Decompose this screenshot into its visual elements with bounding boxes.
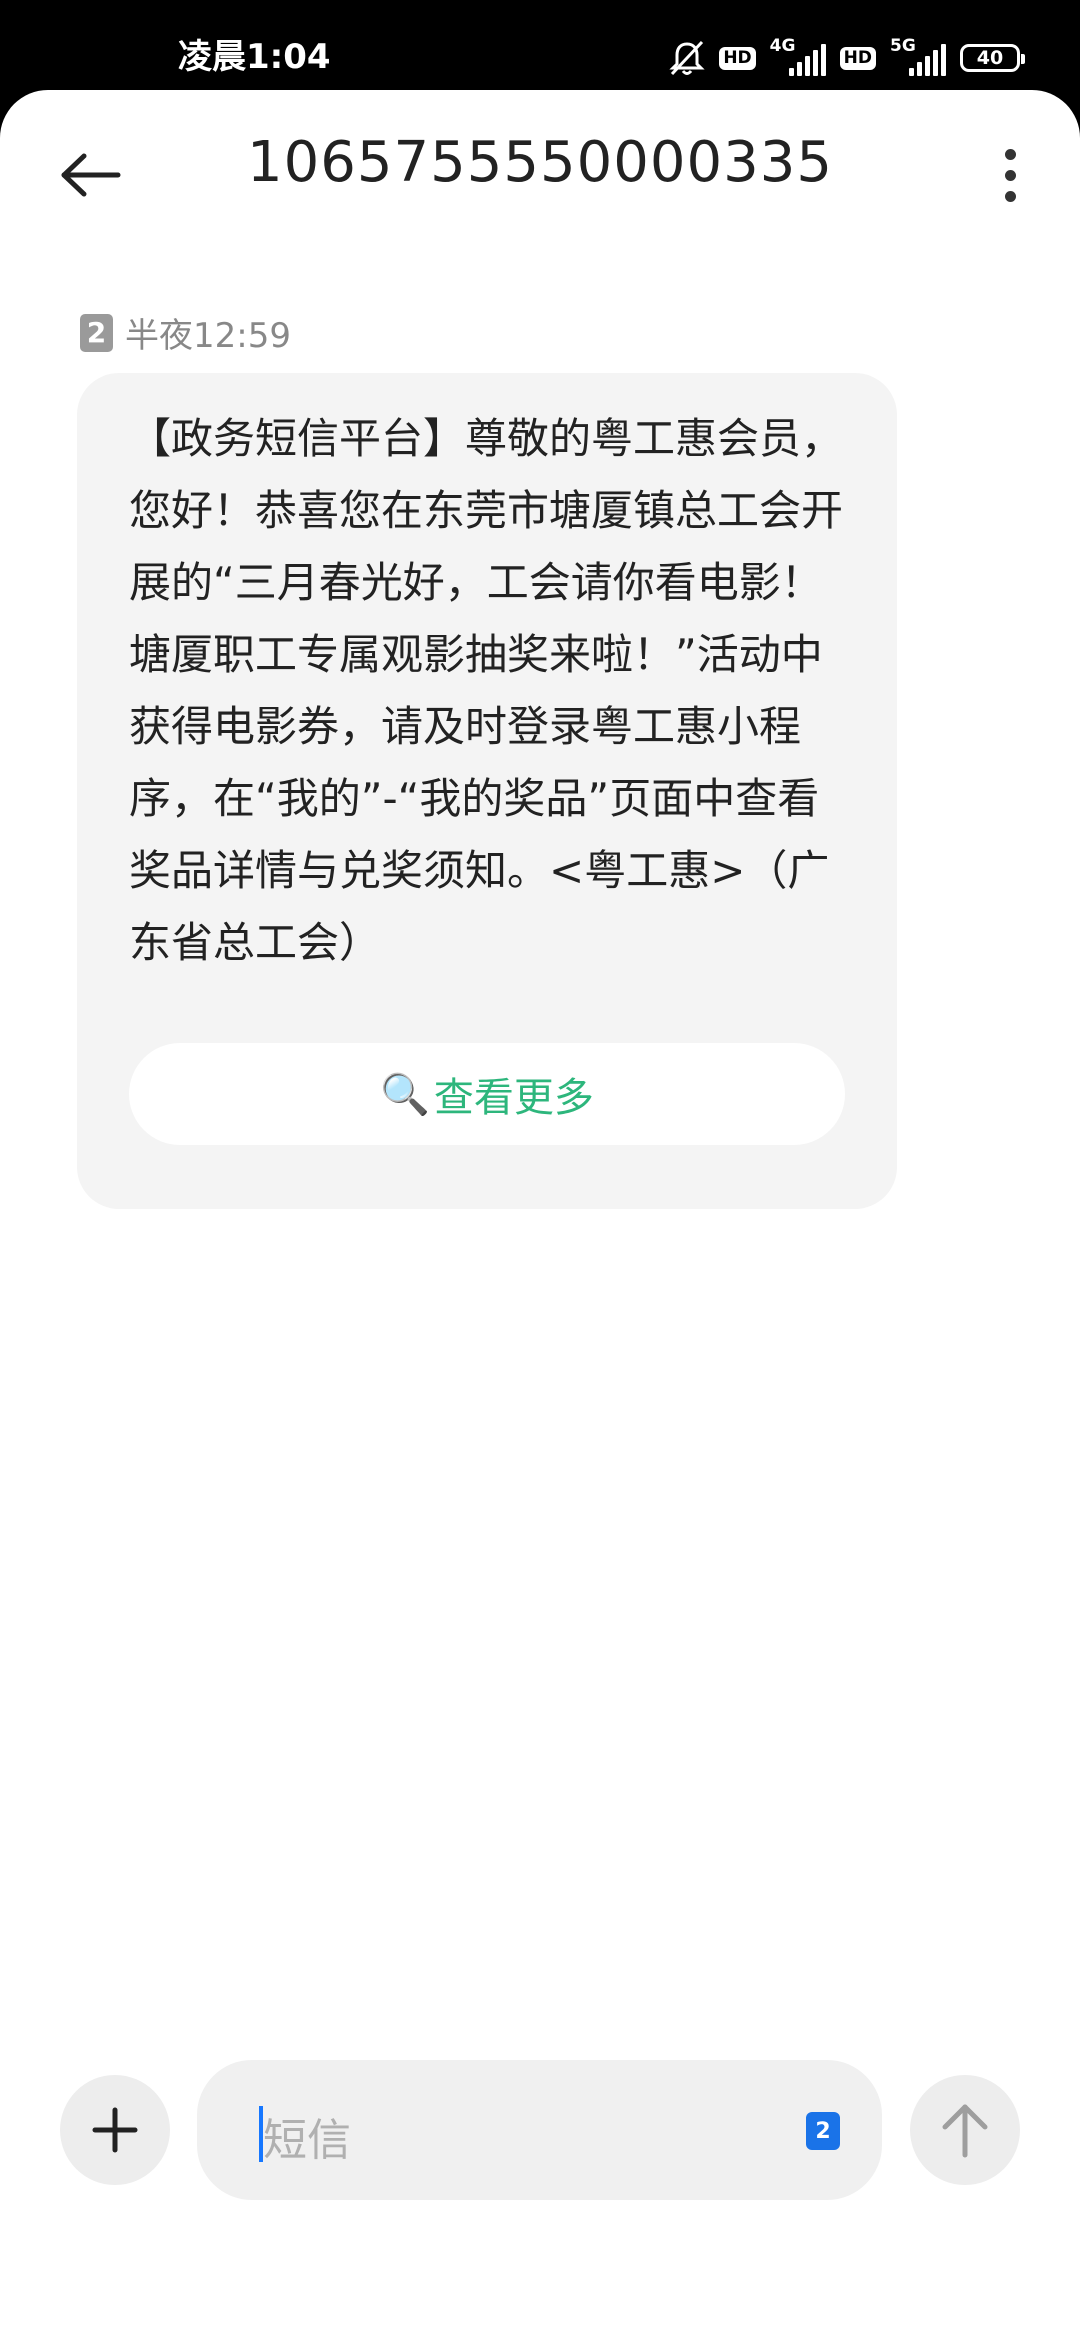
message-time: 半夜12:59 — [125, 316, 291, 356]
more-options-button[interactable] — [980, 140, 1040, 210]
send-button[interactable] — [910, 2075, 1020, 2185]
signal-4g-icon: 4G — [770, 36, 826, 76]
message-input[interactable]: 短信 2 — [197, 2060, 882, 2200]
bell-muted-icon — [669, 40, 705, 76]
view-more-label: 查看更多 — [433, 1075, 594, 1121]
sim-card-icon: 2 — [80, 313, 113, 352]
hd-badge: HD — [839, 46, 876, 70]
plus-icon — [92, 2107, 138, 2153]
message-meta: 2 半夜12:59 — [80, 308, 291, 357]
battery-icon: 40 — [960, 44, 1025, 72]
arrow-up-icon — [942, 2104, 988, 2158]
page-title: 1065755550000335 — [246, 130, 834, 195]
header: 1065755550000335 — [0, 90, 1080, 240]
conversation-screen: 1065755550000335 2 半夜12:59 【政务短信平台】尊敬的粤工… — [0, 90, 1080, 2340]
message-text: 【政务短信平台】尊敬的粤工惠会员，您好！恭喜您在东莞市塘厦镇总工会开展的“三月春… — [129, 414, 844, 967]
status-icons: HD 4G HD 5G 40 — [669, 36, 1025, 78]
status-bar: 凌晨1:04 HD 4G HD 5G 40 — [0, 0, 1080, 90]
add-attachment-button[interactable] — [60, 2075, 170, 2185]
view-more-button[interactable]: 🔍 查看更多 — [129, 1043, 845, 1145]
sim-select-button[interactable]: 2 — [806, 2112, 840, 2150]
signal-5g-icon: 5G — [890, 36, 946, 76]
hd-badge: HD — [719, 46, 756, 70]
more-vertical-icon — [1004, 148, 1016, 160]
message-bubble[interactable]: 【政务短信平台】尊敬的粤工惠会员，您好！恭喜您在东莞市塘厦镇总工会开展的“三月春… — [77, 373, 897, 1209]
magnifier-icon: 🔍 — [380, 1071, 430, 1118]
status-time: 凌晨1:04 — [178, 37, 331, 77]
message-input-placeholder: 短信 — [263, 2115, 351, 2166]
